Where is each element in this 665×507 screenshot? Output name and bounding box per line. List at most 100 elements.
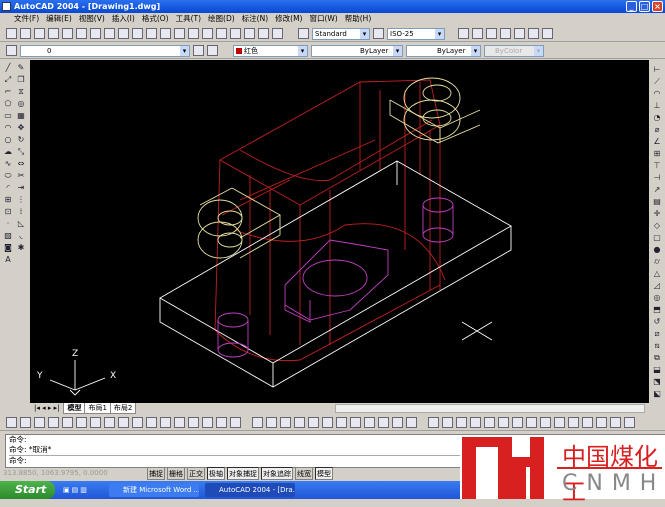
dim-ordinate-icon[interactable]: ⊥ (651, 100, 663, 111)
print-icon[interactable] (48, 28, 59, 39)
tab-model[interactable]: 模型 (63, 403, 86, 414)
chamfer-icon[interactable]: ◺ (15, 218, 27, 229)
box-icon[interactable]: ▢ (651, 232, 663, 243)
grid-toggle[interactable]: 栅格 (167, 467, 185, 480)
snap-insert-icon[interactable] (174, 417, 185, 428)
intersect-icon[interactable] (456, 417, 467, 428)
layer-manager-icon[interactable] (6, 45, 17, 56)
dim-radius-icon[interactable]: ◔ (651, 112, 663, 123)
tool-palettes-icon[interactable] (258, 28, 269, 39)
torus-icon[interactable]: ◎ (651, 292, 663, 303)
pan-icon[interactable] (174, 28, 185, 39)
menu-file[interactable]: 文件(F) (14, 14, 39, 23)
offset-faces-icon[interactable] (498, 417, 509, 428)
osnap-settings-icon[interactable] (230, 417, 241, 428)
snap-nearest-icon[interactable] (202, 417, 213, 428)
otrack-toggle[interactable]: 对象追踪 (261, 467, 293, 480)
help-icon[interactable] (272, 28, 283, 39)
region-icon[interactable]: ◙ (2, 242, 14, 253)
slice-icon[interactable]: ⧄ (651, 328, 663, 339)
lineweight-select[interactable]: ByLayer (406, 44, 481, 57)
dim-aligned-icon[interactable]: ⟋ (651, 76, 663, 87)
dim-baseline-icon[interactable]: ⊤ (651, 160, 663, 171)
subtract-icon[interactable] (442, 417, 453, 428)
move-icon[interactable]: ✥ (15, 122, 27, 133)
setup-view-icon[interactable]: ⬔ (651, 376, 663, 387)
menu-help[interactable]: 帮助(H) (345, 14, 372, 23)
section-icon[interactable]: ⧅ (651, 340, 663, 351)
union-icon[interactable] (428, 417, 439, 428)
snap-midpoint-icon[interactable] (48, 417, 59, 428)
temp-track-icon[interactable] (6, 417, 17, 428)
menu-window[interactable]: 窗口(W) (309, 14, 337, 23)
erase-icon[interactable]: ✎ (15, 62, 27, 73)
match-properties-icon[interactable] (132, 28, 143, 39)
sw-iso-view-icon[interactable] (350, 417, 361, 428)
extrude-faces-icon[interactable] (470, 417, 481, 428)
center-mark-icon[interactable]: ✛ (651, 208, 663, 219)
osnap-toggle[interactable]: 对象捕捉 (227, 467, 259, 480)
layer-select[interactable]: 0 (20, 44, 190, 57)
make-current-layer-icon[interactable] (193, 45, 204, 56)
mtext-icon[interactable] (472, 28, 483, 39)
snap-parallel-icon[interactable] (160, 417, 171, 428)
dim-arc-icon[interactable]: ◠ (651, 88, 663, 99)
rotate-faces-icon[interactable] (526, 417, 537, 428)
construction-line-icon[interactable]: ⤢ (2, 74, 14, 85)
preview-icon[interactable] (62, 28, 73, 39)
text-style-manager-icon[interactable] (514, 28, 525, 39)
dim-style-select[interactable]: ISO-25 (387, 27, 445, 40)
right-view-icon[interactable] (308, 417, 319, 428)
horizontal-scrollbar[interactable] (335, 404, 645, 413)
save-icon[interactable] (34, 28, 45, 39)
line-icon[interactable]: ╱ (2, 62, 14, 73)
taper-faces-icon[interactable] (540, 417, 551, 428)
snap-extension-icon[interactable] (90, 417, 101, 428)
sphere-icon[interactable]: ● (651, 244, 663, 255)
quick-launch-icons[interactable]: ▣▤▥ (63, 486, 103, 494)
taskbar-item-word[interactable]: 新建 Microsoft Word ... (109, 483, 199, 497)
clean-icon[interactable] (596, 417, 607, 428)
break-icon[interactable]: ⋮ (15, 194, 27, 205)
wedge-icon[interactable]: ◿ (651, 280, 663, 291)
break-at-point-icon[interactable]: ⁞ (15, 206, 27, 217)
polygon-icon[interactable]: ⬠ (2, 98, 14, 109)
scale-text-icon[interactable] (528, 28, 539, 39)
menu-dimension[interactable]: 标注(N) (242, 14, 268, 23)
taskbar-item-autocad[interactable]: AutoCAD 2004 - [Dra... (205, 483, 295, 497)
imprint-icon[interactable] (582, 417, 593, 428)
point-icon[interactable]: · (2, 218, 14, 229)
design-center-icon[interactable] (244, 28, 255, 39)
menu-insert[interactable]: 插入(I) (112, 14, 135, 23)
circle-icon[interactable]: ○ (2, 134, 14, 145)
interfere-icon[interactable]: ⧉ (651, 352, 663, 363)
publish-icon[interactable] (76, 28, 87, 39)
mirror-icon[interactable]: ⧖ (15, 86, 27, 97)
open-icon[interactable] (20, 28, 31, 39)
menu-edit[interactable]: 编辑(E) (46, 14, 72, 23)
rectangle-icon[interactable]: ▭ (2, 110, 14, 121)
properties-icon[interactable] (230, 28, 241, 39)
stretch-icon[interactable]: ⇔ (15, 158, 27, 169)
snap-node-icon[interactable] (188, 417, 199, 428)
redo-icon[interactable] (160, 28, 171, 39)
dimedit-icon[interactable]: ◇ (651, 220, 663, 231)
snap-toggle[interactable]: 捕捉 (147, 467, 165, 480)
ellipse-icon[interactable]: ⬭ (2, 170, 14, 181)
spline-icon[interactable]: ∿ (2, 158, 14, 169)
setup-drawing-icon[interactable]: ⬓ (651, 364, 663, 375)
bottom-view-icon[interactable] (280, 417, 291, 428)
undo-icon[interactable] (146, 28, 157, 39)
edit-text-icon[interactable] (486, 28, 497, 39)
insert-block-icon[interactable]: ⊞ (2, 194, 14, 205)
snap-apparent-icon[interactable] (76, 417, 87, 428)
named-views-icon[interactable] (252, 417, 263, 428)
snap-quadrant-icon[interactable] (118, 417, 129, 428)
revcloud-icon[interactable]: ☁ (2, 146, 14, 157)
hatch-icon[interactable]: ▨ (2, 230, 14, 241)
trim-icon[interactable]: ✂ (15, 170, 27, 181)
color-select[interactable]: 红色 (233, 44, 308, 57)
snap-from-icon[interactable] (20, 417, 31, 428)
setup-profile-icon[interactable]: ⬕ (651, 388, 663, 399)
dim-diameter-icon[interactable]: ⌀ (651, 124, 663, 135)
